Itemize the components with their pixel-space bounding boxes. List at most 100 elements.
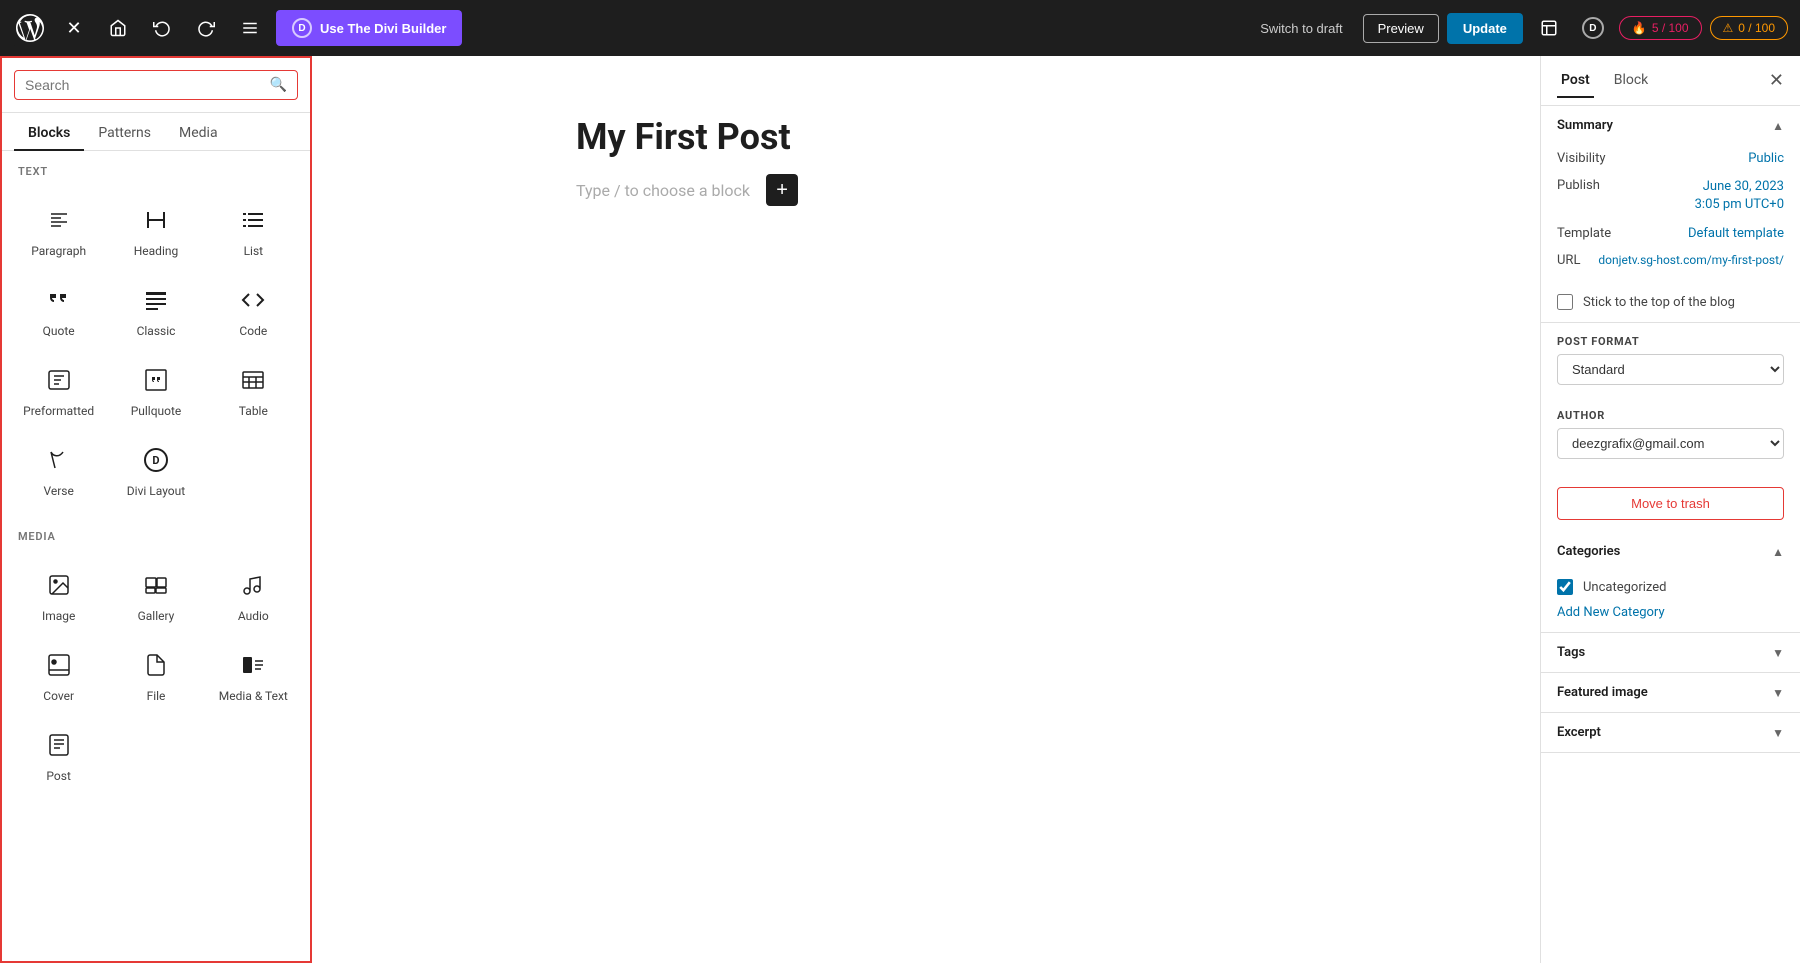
sidebar-tabs: Blocks Patterns Media	[2, 113, 310, 151]
summary-chevron-icon: ▲	[1772, 119, 1784, 133]
editor-area: My First Post Type / to choose a block +	[312, 56, 1540, 963]
template-label: Template	[1557, 226, 1611, 241]
table-icon	[235, 362, 271, 398]
add-category-link[interactable]: Add New Category	[1557, 605, 1665, 620]
media-text-label: Media & Text	[219, 689, 288, 703]
preview-button[interactable]: Preview	[1363, 14, 1439, 43]
author-select[interactable]: deezgrafix@gmail.com	[1557, 428, 1784, 459]
url-value[interactable]: donjetv.sg-host.com/my-first-post/	[1598, 253, 1784, 267]
add-block-button[interactable]: +	[766, 174, 798, 206]
error-counter-button[interactable]: 🔥 5 / 100	[1619, 16, 1702, 40]
post-content: My First Post Type / to choose a block +	[576, 116, 1276, 206]
media-blocks-grid: Image Gallery Audio Cover	[2, 549, 310, 801]
switch-draft-button[interactable]: Switch to draft	[1248, 13, 1354, 44]
tags-section-header[interactable]: Tags ▼	[1541, 633, 1800, 672]
move-trash-button[interactable]: Move to trash	[1557, 487, 1784, 520]
settings-panel-header: Post Block ✕	[1541, 56, 1800, 106]
category-uncategorized-label: Uncategorized	[1583, 580, 1666, 595]
preformatted-icon	[41, 362, 77, 398]
block-cover[interactable]: Cover	[10, 633, 107, 713]
publish-date: June 30, 2023	[1703, 179, 1784, 194]
file-icon	[138, 647, 174, 683]
redo-button[interactable]	[188, 10, 224, 46]
block-pullquote[interactable]: Pullquote	[107, 348, 204, 428]
tab-media[interactable]: Media	[165, 117, 232, 151]
main-toolbar: ✕ D Use The Divi Builder Switch to draft…	[0, 0, 1800, 56]
block-post[interactable]: Post	[10, 713, 107, 793]
warning-icon: ⚠	[1723, 21, 1734, 35]
tags-chevron-icon: ▼	[1772, 646, 1784, 660]
excerpt-section-header[interactable]: Excerpt ▼	[1541, 713, 1800, 752]
publish-row: Publish June 30, 2023 3:05 pm UTC+0	[1557, 172, 1784, 220]
text-blocks-grid: Paragraph Heading List Quo	[2, 184, 310, 516]
tab-block[interactable]: Block	[1610, 64, 1653, 98]
block-quote[interactable]: Quote	[10, 268, 107, 348]
category-uncategorized-checkbox[interactable]	[1557, 579, 1573, 595]
visibility-value[interactable]: Public	[1748, 151, 1784, 166]
block-image[interactable]: Image	[10, 553, 107, 633]
cover-label: Cover	[43, 689, 74, 703]
table-label: Table	[239, 404, 268, 418]
paragraph-label: Paragraph	[31, 244, 86, 258]
main-layout: 🔍 Blocks Patterns Media TEXT Paragraph	[0, 56, 1800, 963]
block-code[interactable]: Code	[205, 268, 302, 348]
divi-layout-icon: D	[138, 442, 174, 478]
block-inserter-panel: 🔍 Blocks Patterns Media TEXT Paragraph	[0, 56, 312, 963]
gallery-icon	[138, 567, 174, 603]
tools-button[interactable]	[100, 10, 136, 46]
warning-counter-button[interactable]: ⚠ 0 / 100	[1710, 16, 1788, 40]
featured-image-section-header[interactable]: Featured image ▼	[1541, 673, 1800, 712]
stick-top-checkbox[interactable]	[1557, 294, 1573, 310]
file-label: File	[147, 689, 166, 703]
publish-label: Publish	[1557, 178, 1600, 193]
summary-body: Visibility Public Publish June 30, 2023 …	[1541, 145, 1800, 286]
author-label: AUTHOR	[1541, 405, 1800, 428]
settings-panel: Post Block ✕ Summary ▲ Visibility Public…	[1540, 56, 1800, 963]
categories-section-header[interactable]: Categories ▲	[1541, 532, 1800, 571]
post-format-label: POST FORMAT	[1541, 331, 1800, 354]
block-gallery[interactable]: Gallery	[107, 553, 204, 633]
list-label: List	[244, 244, 264, 258]
update-button[interactable]: Update	[1447, 13, 1523, 44]
block-classic[interactable]: Classic	[107, 268, 204, 348]
block-list[interactable]: List	[205, 188, 302, 268]
verse-icon	[41, 442, 77, 478]
search-area: 🔍	[2, 58, 310, 113]
search-box-container: 🔍	[14, 70, 298, 100]
excerpt-chevron-icon: ▼	[1772, 726, 1784, 740]
template-value[interactable]: Default template	[1688, 226, 1784, 241]
block-audio[interactable]: Audio	[205, 553, 302, 633]
block-table[interactable]: Table	[205, 348, 302, 428]
pullquote-label: Pullquote	[131, 404, 182, 418]
close-panel-button[interactable]: ✕	[1769, 70, 1784, 91]
tab-post[interactable]: Post	[1557, 64, 1594, 98]
block-heading[interactable]: Heading	[107, 188, 204, 268]
url-label: URL	[1557, 253, 1580, 268]
categories-title: Categories	[1557, 544, 1620, 559]
list-view-button[interactable]	[232, 10, 268, 46]
undo-button[interactable]	[144, 10, 180, 46]
divi-circle-button[interactable]: D	[1575, 10, 1611, 46]
tab-patterns[interactable]: Patterns	[84, 117, 165, 151]
block-paragraph[interactable]: Paragraph	[10, 188, 107, 268]
search-input[interactable]	[25, 77, 262, 93]
close-button[interactable]: ✕	[56, 10, 92, 46]
post-title[interactable]: My First Post	[576, 116, 1276, 158]
divi-builder-button[interactable]: D Use The Divi Builder	[276, 10, 462, 46]
search-icon: 🔍	[270, 77, 287, 93]
block-file[interactable]: File	[107, 633, 204, 713]
layout-toggle-button[interactable]	[1531, 10, 1567, 46]
post-format-select[interactable]: Standard Aside Chat Gallery Link Image Q…	[1557, 354, 1784, 385]
summary-section-header[interactable]: Summary ▲	[1541, 106, 1800, 145]
publish-value[interactable]: June 30, 2023 3:05 pm UTC+0	[1695, 178, 1784, 214]
block-preformatted[interactable]: Preformatted	[10, 348, 107, 428]
tab-blocks[interactable]: Blocks	[14, 117, 84, 151]
categories-body: Uncategorized Add New Category	[1541, 571, 1800, 632]
block-divi-layout[interactable]: D Divi Layout	[107, 428, 204, 508]
block-verse[interactable]: Verse	[10, 428, 107, 508]
block-media-text[interactable]: Media & Text	[205, 633, 302, 713]
tags-title: Tags	[1557, 645, 1585, 660]
quote-label: Quote	[43, 324, 75, 338]
paragraph-icon	[41, 202, 77, 238]
quote-icon	[41, 282, 77, 318]
